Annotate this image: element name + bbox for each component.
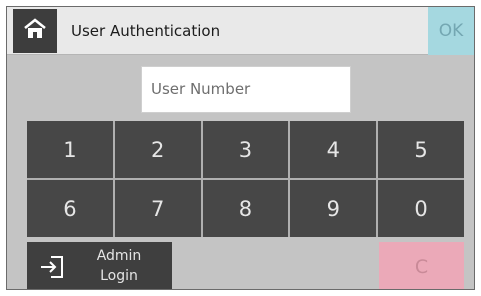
key-3[interactable]: 3 xyxy=(202,121,289,178)
home-button[interactable] xyxy=(13,9,57,53)
auth-dialog: User Authentication OK User Number 1 2 3… xyxy=(6,6,475,290)
key-4[interactable]: 4 xyxy=(290,121,377,178)
key-8[interactable]: 8 xyxy=(202,180,289,237)
login-icon xyxy=(39,255,65,283)
home-icon xyxy=(23,18,47,44)
admin-login-label: Admin Login xyxy=(96,248,142,284)
key-0[interactable]: 0 xyxy=(378,180,464,237)
ok-button[interactable]: OK xyxy=(428,7,474,55)
user-number-placeholder: User Number xyxy=(151,80,251,98)
key-2[interactable]: 2 xyxy=(114,121,201,178)
page-title: User Authentication xyxy=(71,22,221,40)
numeric-keypad: 1 2 3 4 5 6 7 8 9 0 xyxy=(27,121,464,237)
key-6[interactable]: 6 xyxy=(27,180,113,237)
admin-login-button[interactable]: Admin Login xyxy=(27,242,172,289)
key-5[interactable]: 5 xyxy=(378,121,464,178)
clear-button[interactable]: C xyxy=(379,242,464,289)
key-1[interactable]: 1 xyxy=(27,121,113,178)
key-7[interactable]: 7 xyxy=(114,180,201,237)
user-number-input[interactable]: User Number xyxy=(141,66,351,113)
header-bar: User Authentication OK xyxy=(7,7,474,55)
key-9[interactable]: 9 xyxy=(290,180,377,237)
